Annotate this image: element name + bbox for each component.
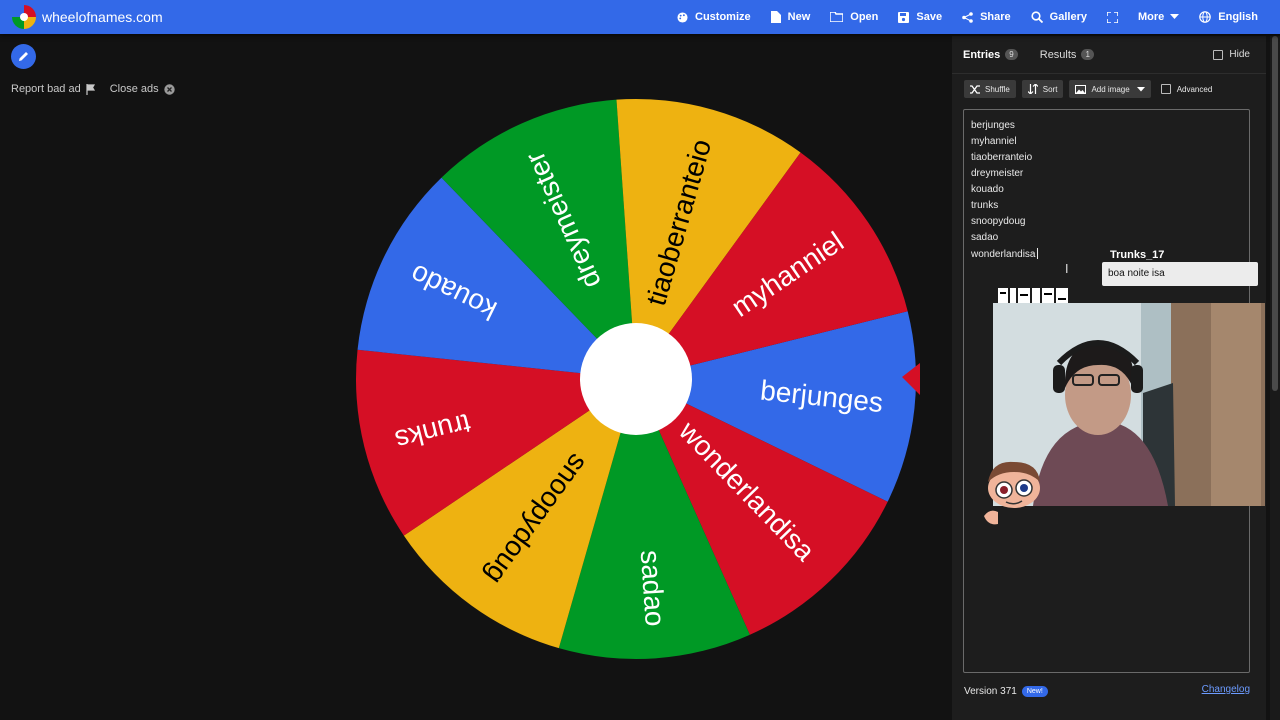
palette-icon (677, 11, 688, 23)
chat-message: boa noite isa (1102, 262, 1258, 286)
fullscreen-button[interactable] (1097, 0, 1128, 34)
share-label: Share (980, 11, 1011, 23)
search-icon (1031, 11, 1043, 23)
image-icon (1075, 84, 1087, 94)
customize-button[interactable]: Customize (667, 0, 761, 34)
wheel-graphic[interactable]: berjungeswonderlandisasadaosnoopydougtru… (352, 95, 920, 663)
edit-button[interactable] (11, 44, 36, 69)
wheel-segment-label: sadao (635, 549, 671, 627)
entries-count-badge: 9 (1005, 49, 1018, 60)
entry-line: tiaoberranteio (971, 152, 1033, 163)
brand[interactable]: wheelofnames.com (0, 0, 163, 34)
save-label: Save (916, 11, 943, 23)
gallery-button[interactable]: Gallery (1021, 0, 1097, 34)
open-button[interactable]: Open (820, 0, 888, 34)
top-menu: Customize New Open Save Share Gallery Mo… (667, 0, 1268, 34)
chat-overlay: boa noite isa Trunks_17 (1102, 246, 1258, 292)
version-label: Version 371 (964, 685, 1017, 697)
entry-line: dreymeister (971, 168, 1024, 179)
tab-entries-label: Entries (963, 48, 1001, 61)
text-caret (1036, 248, 1038, 259)
more-label: More (1137, 11, 1165, 23)
entry-line: sadao (971, 232, 999, 243)
top-bar: wheelofnames.com Customize New Open Save… (0, 0, 1280, 34)
entry-line: trunks (971, 200, 999, 211)
results-count-badge: 1 (1081, 49, 1094, 60)
wheel-logo-icon (12, 5, 36, 29)
scrollbar-thumb[interactable] (1272, 36, 1278, 391)
tab-results-label: Results (1039, 48, 1077, 61)
panel-footer: Version 371 New! Changelog (964, 683, 1254, 699)
sort-label: Sort (1042, 84, 1058, 94)
customize-label: Customize (695, 11, 751, 23)
entry-line: myhanniel (971, 136, 1017, 147)
tab-entries[interactable]: Entries 9 (952, 36, 1029, 74)
hide-label: Hide (1229, 49, 1250, 60)
more-button[interactable]: More (1128, 0, 1189, 34)
new-badge: New! (1021, 685, 1048, 697)
shuffle-button[interactable]: Shuffle (964, 80, 1016, 98)
save-button[interactable]: Save (888, 0, 952, 34)
add-image-button[interactable]: Add image (1069, 80, 1151, 98)
close-ads-link[interactable]: Close ads (110, 83, 175, 95)
entry-line: kouado (971, 184, 1004, 195)
chevron-down-icon (1136, 86, 1145, 91)
flag-icon (86, 83, 95, 95)
save-icon (898, 11, 910, 23)
close-ads-label: Close ads (109, 83, 159, 95)
entry-line: berjunges (971, 120, 1015, 131)
report-bad-ad-label: Report bad ad (11, 83, 81, 95)
hide-checkbox-box[interactable] (1213, 49, 1224, 60)
entry-line-text: wonderlandisa (971, 249, 1036, 260)
folder-icon (830, 12, 844, 22)
wheel[interactable]: berjunges wonderlandisa sadao snoopydoug tru… (352, 95, 920, 663)
hide-checkbox[interactable]: Hide (1213, 49, 1250, 60)
report-bad-ad-link[interactable]: Report bad ad (11, 83, 96, 95)
shuffle-label: Shuffle (985, 84, 1010, 94)
changelog-link[interactable]: Changelog (1202, 684, 1250, 695)
chevron-down-icon (1170, 14, 1180, 19)
close-circle-icon (163, 83, 175, 95)
site-name: wheelofnames.com (42, 9, 163, 25)
fullscreen-icon (1106, 11, 1118, 23)
tab-results[interactable]: Results 1 (1029, 36, 1105, 74)
ad-links: Report bad ad Close ads (11, 83, 189, 95)
new-label: New (787, 11, 811, 23)
share-icon (962, 11, 973, 23)
new-file-icon (770, 11, 781, 23)
advanced-checkbox-box[interactable] (1160, 84, 1171, 94)
entry-line-last: wonderlandisa (971, 248, 1038, 260)
language-label: English (1218, 11, 1258, 23)
pencil-icon (19, 52, 28, 61)
add-image-label: Add image (1091, 84, 1130, 94)
streamer-avatar-sticker (978, 458, 1050, 528)
entry-line: snoopydoug (971, 216, 1026, 227)
shuffle-icon (970, 84, 980, 94)
advanced-checkbox[interactable]: Advanced (1160, 84, 1213, 94)
page-scrollbar[interactable] (1270, 36, 1280, 720)
panel-tabs: Entries 9 Results 1 Hide (952, 36, 1266, 74)
advanced-label: Advanced (1176, 84, 1213, 94)
gallery-label: Gallery (1049, 11, 1087, 23)
new-button[interactable]: New (761, 0, 821, 34)
text-cursor-icon: I (1065, 262, 1069, 276)
sort-icon (1027, 84, 1038, 94)
globe-icon (1199, 11, 1212, 23)
sort-button[interactable]: Sort (1021, 80, 1064, 98)
language-button[interactable]: English (1189, 0, 1268, 34)
cartoon-face-icon (984, 461, 1040, 525)
share-button[interactable]: Share (952, 0, 1021, 34)
open-label: Open (850, 11, 879, 23)
entries-toolbar: Shuffle Sort Add image Advanced (964, 80, 1212, 98)
chat-username: Trunks_17 (1106, 248, 1169, 262)
wheel-center-hub[interactable] (580, 323, 692, 435)
